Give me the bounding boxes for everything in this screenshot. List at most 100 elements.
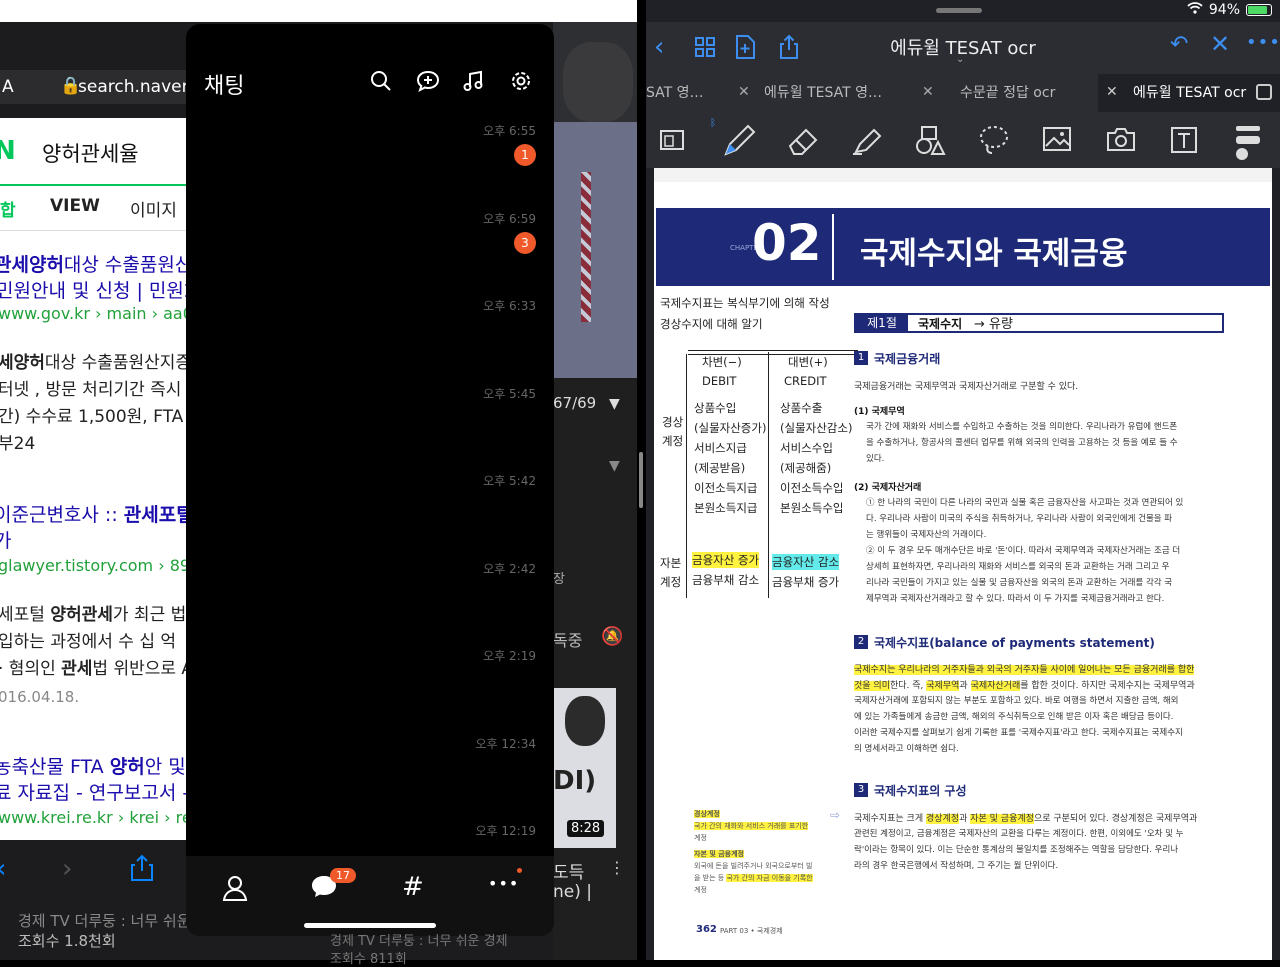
result-2-date: 016.04.18. [0, 688, 80, 706]
tab-images[interactable]: 이미지 [130, 196, 177, 221]
tab-doc-1[interactable]: SAT 영… [646, 74, 704, 112]
result-2-title[interactable]: 이준근변호사 :: 관세포털 [0, 500, 194, 527]
share-icon[interactable] [130, 854, 154, 882]
chat-row[interactable]: 오후 6:55 1 [186, 122, 554, 202]
add-page-icon[interactable] [734, 34, 756, 60]
home-indicator[interactable] [304, 923, 436, 928]
thumbnails-grid-icon[interactable] [694, 36, 716, 58]
highlighter-icon[interactable] [850, 124, 884, 156]
tab-close-icon[interactable]: ✕ [1106, 84, 1118, 100]
chat-row[interactable]: 오후 6:59 3 [186, 210, 554, 290]
credit-item: 서비스수입 [780, 441, 833, 455]
more-icon[interactable]: ••• [488, 874, 519, 893]
multitask-handle[interactable] [936, 8, 982, 13]
s2-line: ① 한 나라의 국민이 다른 나라의 국민과 실물 혹은 금융자산을 사고파는 … [866, 498, 1184, 508]
chevron-down-icon-2[interactable]: ▼ [609, 458, 620, 474]
notebook-page[interactable]: CHAPTER 02 국제수지와 국제금융 국제수지표는 복식부기에 의해 작성… [654, 168, 1272, 960]
debit-item: (실물자산증가) [694, 421, 767, 435]
side-arrow-icon: ⇨ [830, 808, 841, 822]
back-chevron-icon[interactable]: ‹ [654, 32, 664, 62]
sidebar-toggle-icon[interactable] [1256, 84, 1272, 100]
tab-view[interactable]: VIEW [50, 196, 100, 216]
video-frame[interactable] [553, 22, 637, 378]
split-view-divider[interactable] [637, 0, 646, 960]
search-icon[interactable] [370, 70, 392, 92]
credit-item: 본원소득수입 [780, 501, 844, 515]
p3-line: 라의 경우 한국은행에서 작성하며, 그 주기는 월 단위이다. [854, 861, 1059, 871]
side-note: 경상계정 국가 간의 재화와 서비스 거래를 표기한 계정 자본 및 금융계정 … [694, 810, 813, 894]
chat-row[interactable]: 오후 2:42 [186, 560, 554, 640]
back-icon[interactable]: ‹ [0, 854, 6, 884]
zoom-window-icon[interactable] [658, 126, 686, 154]
chat-row-time: 오후 6:55 [483, 124, 536, 138]
result-1-title-line2[interactable]: 민원안내 및 신청 | 민원2 [0, 276, 196, 303]
behind-text-1: 경제 TV 더루둥 : 너무 쉬운 [18, 912, 191, 930]
chat-row[interactable]: 오후 6:33 [186, 297, 554, 377]
friends-person-icon[interactable] [222, 874, 248, 902]
capital-label-1: 자본 [660, 556, 682, 570]
new-chat-icon[interactable] [416, 70, 440, 92]
image-icon[interactable] [1042, 126, 1072, 152]
divider-handle[interactable] [639, 452, 643, 508]
debit-en: DEBIT [702, 374, 737, 388]
stroke-size-icon[interactable] [1236, 126, 1260, 131]
playlist-counter: 67/69 [553, 394, 597, 412]
chevron-down-icon[interactable]: ▼ [609, 396, 620, 412]
video-title-1[interactable]: 도득 [553, 858, 584, 883]
chat-row-time: 오후 5:45 [483, 386, 536, 401]
stroke-size-icon-2[interactable] [1236, 136, 1260, 144]
bell-off-icon[interactable]: 🔕 [601, 626, 623, 647]
title-chevron-icon[interactable]: ⌄ [956, 54, 964, 65]
color-swatch[interactable] [1236, 148, 1248, 160]
chat-title: 채팅 [204, 74, 245, 99]
result-3-url[interactable]: www.krei.re.kr › krei › rese [0, 808, 210, 827]
chat-row[interactable]: 오후 5:42 [186, 472, 554, 552]
naver-logo[interactable]: N [0, 136, 16, 166]
result-2-url[interactable]: glawyer.tistory.com › 897 [0, 556, 200, 575]
music-icon[interactable] [462, 70, 484, 92]
url-prefix: A [2, 77, 14, 97]
debit-item: (제공받음) [694, 461, 746, 475]
chat-row-time: 오후 12:19 [475, 824, 536, 838]
share-icon[interactable] [778, 34, 800, 60]
shapes-icon[interactable] [914, 124, 948, 156]
pen-tool-icon[interactable] [722, 122, 758, 158]
tab-doc-3[interactable]: 수문끝 정답 ocr [960, 74, 1055, 112]
close-x-icon[interactable]: ✕ [1210, 30, 1230, 58]
result-2-title-line2[interactable]: 가 [0, 526, 11, 553]
undo-icon[interactable]: ↶ [1170, 32, 1188, 57]
chapter-title: 국제수지와 국제금융 [860, 236, 1128, 272]
eraser-icon[interactable] [786, 124, 820, 156]
tab-close-icon[interactable]: ✕ [922, 84, 934, 100]
more-icon[interactable]: ••• [1246, 32, 1280, 53]
text-tool-icon[interactable] [1170, 126, 1198, 154]
result-1-title[interactable]: 관세양허대상 수출품원산 [0, 250, 192, 277]
more-vertical-icon[interactable]: ⋮ [609, 858, 625, 877]
forward-icon[interactable]: › [62, 854, 72, 884]
t-account-left-line [686, 354, 687, 598]
result-3-title[interactable]: 농축산물 FTA 양허안 및 [0, 752, 186, 779]
tab-doc-4-active[interactable]: 에듀윌 TESAT ocr [1133, 74, 1246, 112]
p2-line: 에 있는 가족들에게 송금한 금액, 해외의 주식취득으로 인해 받은 이자 혹… [854, 712, 1174, 722]
video-thumbnail[interactable]: DI) 8:28 [553, 688, 616, 848]
tab-doc-2[interactable]: 에듀윌 TESAT 영… [764, 74, 882, 112]
current-label-1: 경상 [662, 415, 684, 429]
result-1-url[interactable]: www.gov.kr › main › aa020 [0, 304, 213, 323]
hashtag-icon[interactable]: # [402, 872, 424, 902]
p3-line: 관련된 계정이고, 금융계정은 국제자산의 교환을 다루는 계정이다. 한편, … [854, 829, 1184, 839]
hand-intro-2: 경상수지에 대해 알기 [660, 317, 763, 331]
debit-item: 상품수입 [694, 401, 737, 415]
camera-icon[interactable] [1106, 126, 1136, 152]
lasso-icon[interactable] [978, 124, 1010, 156]
chat-row[interactable]: 오후 5:45 [186, 385, 554, 465]
h1-number: 1 [854, 351, 868, 365]
tab-close-icon[interactable]: ✕ [738, 84, 750, 100]
result-3-title-line2[interactable]: 료 자료집 - 연구보고서 - [0, 778, 189, 805]
chat-row[interactable]: 오후 2:19 [186, 647, 554, 727]
chat-row-time: 오후 12:34 [475, 736, 536, 751]
video-title-2[interactable]: ne) | [553, 882, 592, 902]
tab-all[interactable]: 합 [0, 196, 16, 221]
settings-gear-icon[interactable] [510, 70, 532, 92]
chat-row[interactable]: 오후 12:34 [186, 735, 554, 815]
search-query[interactable]: 양허관세율 [42, 138, 139, 168]
